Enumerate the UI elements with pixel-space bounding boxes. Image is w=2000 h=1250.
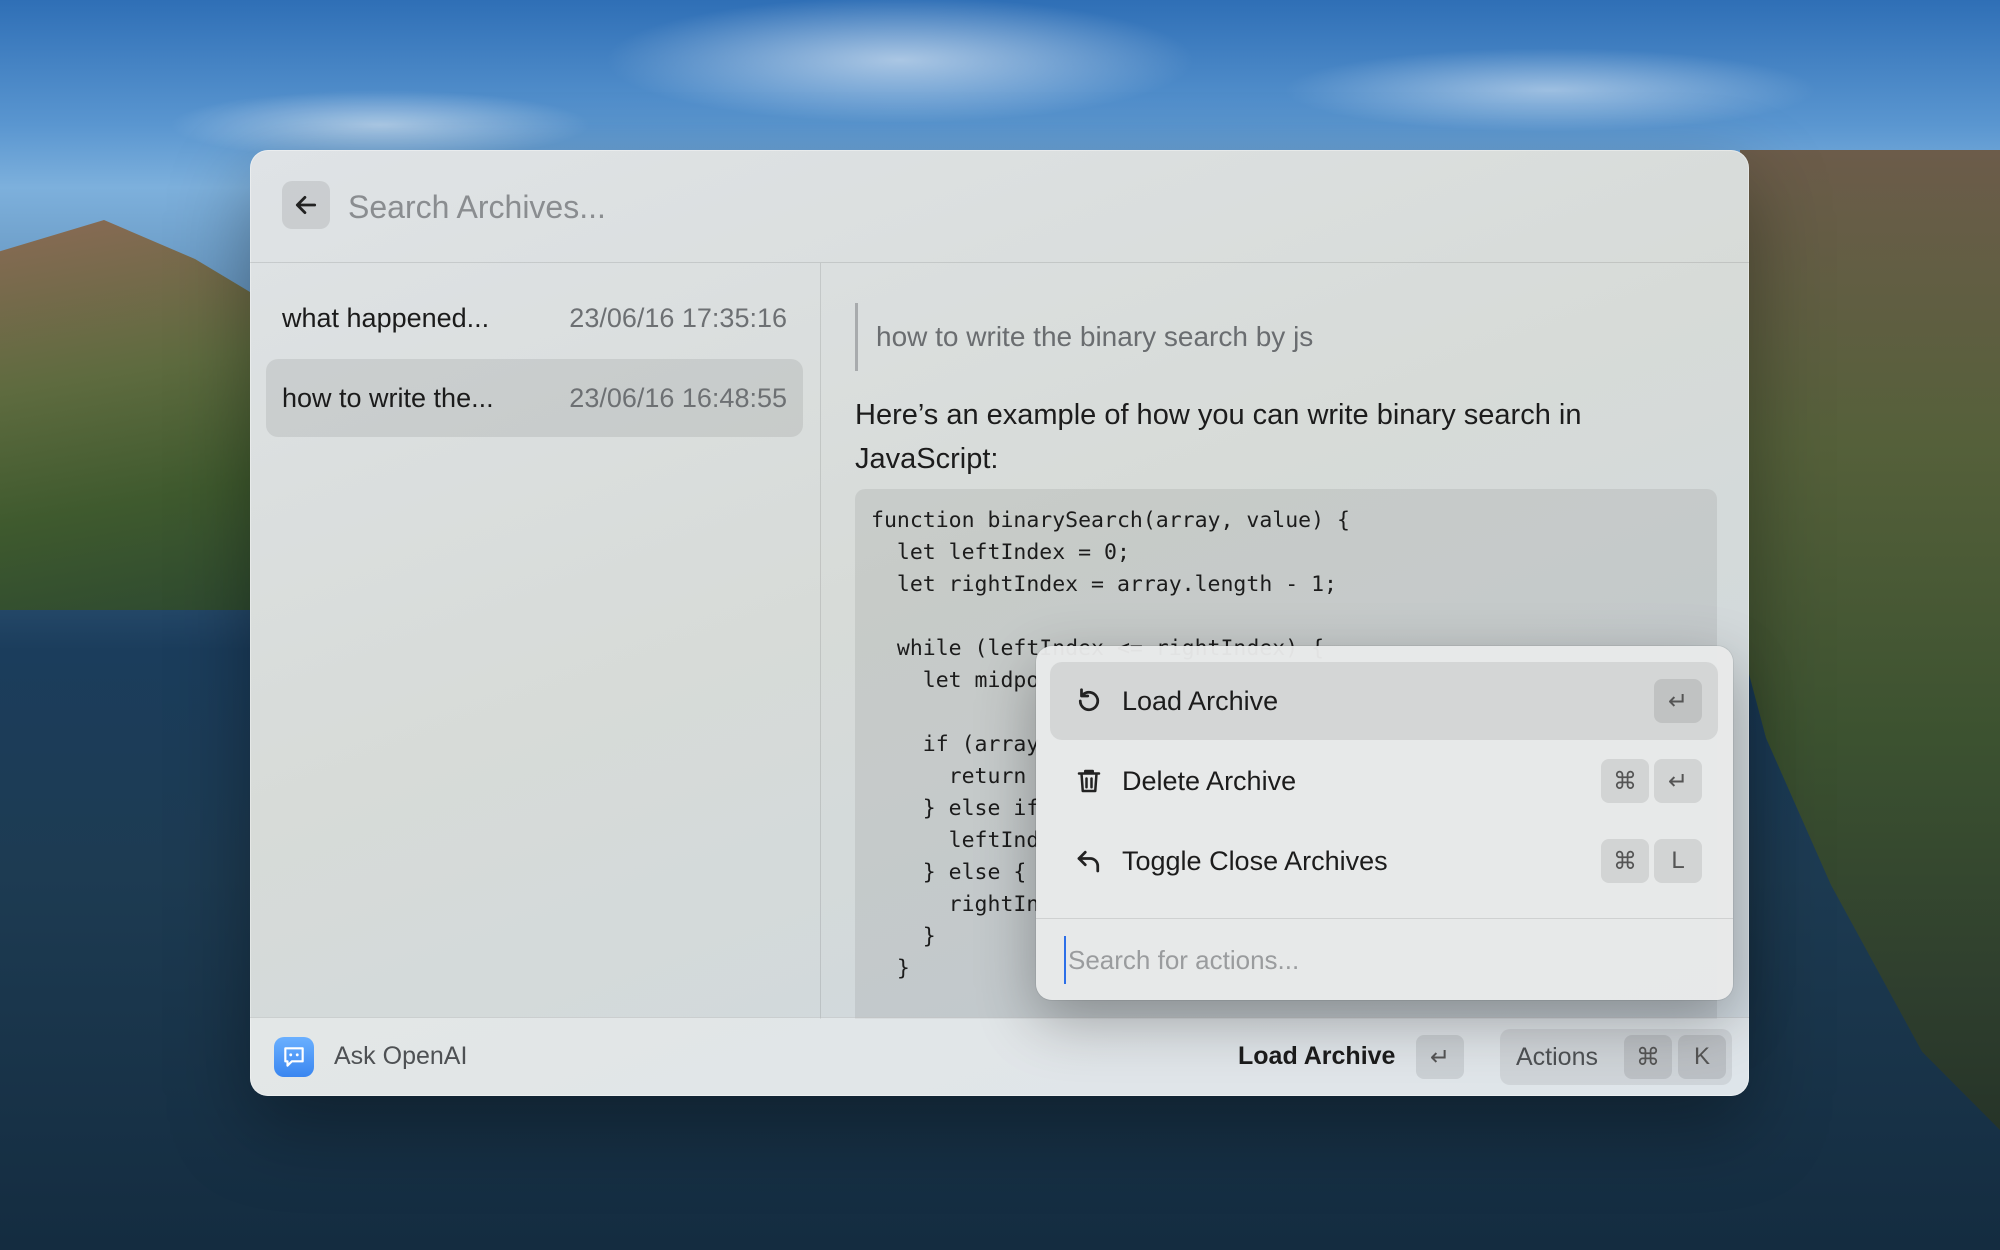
actions-menu: Load Archive ↵ Delete Archive ⌘ ↵ Toggle… [1036,646,1733,1000]
l-key-hint: L [1654,839,1702,883]
primary-action-button[interactable]: Load Archive [1238,1042,1395,1071]
code-line: leftInd [871,828,1040,853]
actions-label: Actions [1516,1043,1598,1071]
code-line: } else if [871,796,1040,821]
enter-key-hint: ↵ [1654,679,1702,723]
code-line: let leftIndex = 0; [871,540,1130,565]
enter-key-hint: ↵ [1416,1035,1464,1079]
back-button[interactable] [282,181,330,229]
menu-divider [1036,918,1733,919]
menu-item-label: Load Archive [1122,686,1279,716]
code-line: let rightIndex = array.length - 1; [871,572,1337,597]
question-quote: how to write the binary search by js [855,303,1313,371]
k-key-hint: K [1678,1035,1726,1079]
chat-bubble-icon [274,1037,314,1077]
code-line: } [871,956,910,981]
search-input[interactable] [346,178,1650,236]
archive-timestamp: 23/06/16 16:48:55 [569,382,787,413]
menu-item-label: Toggle Close Archives [1122,846,1388,876]
code-line: let midpo [871,668,1040,693]
cmd-key-hint: ⌘ [1624,1035,1672,1079]
code-line: } [871,924,936,949]
app-name: Ask OpenAI [334,1042,468,1070]
actions-button[interactable]: Actions ⌘ K [1500,1029,1732,1085]
code-line: return [871,764,1027,789]
menu-item-load-archive[interactable]: Load Archive ↵ [1050,662,1718,740]
code-line: } else { [871,860,1027,885]
archive-list: what happened... 23/06/16 17:35:16 how t… [250,263,821,1019]
list-item[interactable]: what happened... 23/06/16 17:35:16 [266,279,803,357]
archive-title: how to write the... [282,382,494,413]
enter-key-hint: ↵ [1654,759,1702,803]
search-bar [250,150,1749,263]
archive-timestamp: 23/06/16 17:35:16 [569,302,787,333]
footer-bar: Ask OpenAI Load Archive ↵ Actions ⌘ K [250,1017,1749,1096]
trash-icon [1070,762,1108,800]
wallpaper-hill-left [0,220,260,610]
arrow-left-icon [295,196,317,214]
undo-arrow-icon [1070,842,1108,880]
action-search-input[interactable] [1064,936,1710,984]
cmd-key-hint: ⌘ [1601,839,1649,883]
archive-title: what happened... [282,302,490,333]
reload-icon [1070,682,1108,720]
menu-item-label: Delete Archive [1122,766,1297,796]
cmd-key-hint: ⌘ [1601,759,1649,803]
menu-item-toggle-close-archives[interactable]: Toggle Close Archives ⌘ L [1050,822,1718,900]
code-line: if (array [871,732,1040,757]
code-line: function binarySearch(array, value) { [871,508,1350,533]
wallpaper-hill-right [1740,150,2000,1130]
code-line: rightIn [871,892,1040,917]
menu-item-delete-archive[interactable]: Delete Archive ⌘ ↵ [1050,742,1718,820]
answer-text: Here’s an example of how you can write b… [855,399,1582,475]
list-item[interactable]: how to write the... 23/06/16 16:48:55 [266,359,803,437]
